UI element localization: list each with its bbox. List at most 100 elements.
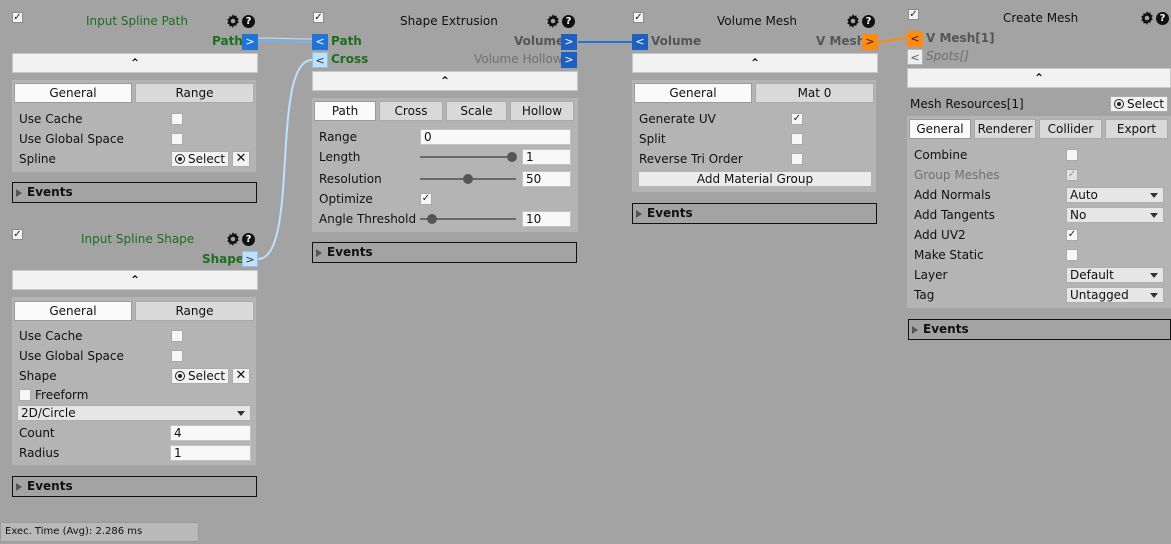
freeform-label: Freeform (35, 388, 89, 402)
help-icon[interactable]: ? (562, 15, 575, 28)
mesh-resources-select-button[interactable]: Select (1110, 96, 1168, 112)
freeform-checkbox[interactable] (19, 389, 31, 401)
shape-label: Shape (19, 369, 57, 383)
events-foldout[interactable]: Events (12, 182, 257, 203)
help-icon[interactable]: ? (242, 233, 255, 246)
spline-clear-button[interactable]: ✕ (232, 151, 250, 167)
cross-input-port[interactable]: < (312, 52, 328, 68)
tag-dropdown[interactable]: Untagged (1066, 287, 1164, 303)
layer-dropdown[interactable]: Default (1066, 267, 1164, 283)
volume-input-port[interactable]: < (632, 34, 648, 50)
node-enable-checkbox[interactable]: ✓ (313, 12, 324, 23)
node-enable-checkbox[interactable]: ✓ (908, 9, 919, 20)
angle-threshold-field[interactable]: 10 (522, 211, 571, 227)
tab-export[interactable]: Export (1105, 119, 1168, 139)
cross-input-label: Cross (331, 52, 369, 66)
collapse-button[interactable]: ⌃ (907, 68, 1171, 88)
use-global-space-checkbox[interactable] (171, 350, 183, 362)
radius-field[interactable]: 1 (170, 445, 251, 461)
chevron-up-icon: ⌃ (129, 56, 141, 70)
shape-clear-button[interactable]: ✕ (232, 368, 250, 384)
use-cache-checkbox[interactable] (171, 113, 183, 125)
chevron-up-icon: ⌃ (439, 74, 451, 88)
tab-hollow[interactable]: Hollow (510, 101, 574, 121)
events-foldout[interactable]: Events (632, 203, 877, 224)
combine-checkbox[interactable] (1066, 149, 1078, 161)
help-icon[interactable]: ? (242, 15, 255, 28)
events-label: Events (923, 322, 969, 336)
gear-icon[interactable] (226, 14, 240, 28)
shape-type-dropdown[interactable]: 2D/Circle (17, 405, 251, 421)
tab-general[interactable]: General (14, 301, 132, 321)
spots-input-port[interactable]: < (907, 49, 923, 65)
collapse-button[interactable]: ⌃ (12, 53, 258, 73)
shape-select-button[interactable]: Select (171, 368, 229, 384)
gear-icon[interactable] (546, 14, 560, 28)
chevron-up-icon: ⌃ (749, 56, 761, 70)
events-foldout[interactable]: Events (312, 242, 577, 263)
tab-scale[interactable]: Scale (446, 101, 507, 121)
gear-icon[interactable] (226, 232, 240, 246)
add-normals-dropdown[interactable]: Auto (1066, 187, 1164, 203)
range-field[interactable]: 0 (420, 129, 571, 145)
use-global-space-checkbox[interactable] (171, 133, 183, 145)
count-field[interactable]: 4 (170, 425, 251, 441)
split-checkbox[interactable] (791, 133, 803, 145)
shape-type-value: 2D/Circle (21, 406, 76, 420)
resolution-slider-handle[interactable] (463, 174, 473, 184)
shape-output-port[interactable]: > (242, 251, 258, 267)
node-enable-checkbox[interactable]: ✓ (633, 12, 644, 23)
length-slider-handle[interactable] (507, 152, 517, 162)
length-field[interactable]: 1 (522, 149, 571, 165)
node-enable-checkbox[interactable]: ✓ (12, 229, 23, 240)
gear-icon[interactable] (846, 14, 860, 28)
help-icon[interactable]: ? (1156, 12, 1169, 25)
collapse-button[interactable]: ⌃ (12, 270, 258, 290)
tab-cross[interactable]: Cross (379, 101, 443, 121)
angle-threshold-label: Angle Threshold (319, 212, 417, 226)
resolution-field[interactable]: 50 (522, 171, 571, 187)
help-icon[interactable]: ? (862, 15, 875, 28)
volume-output-port[interactable]: > (561, 34, 577, 50)
spline-select-button[interactable]: Select (171, 151, 229, 167)
length-label: Length (319, 150, 361, 164)
node-enable-checkbox[interactable]: ✓ (12, 12, 23, 23)
path-output-port[interactable]: > (242, 34, 258, 50)
triangle-right-icon (912, 326, 918, 334)
chevron-down-icon (1150, 273, 1158, 278)
tab-collider[interactable]: Collider (1039, 119, 1102, 139)
generate-uv-checkbox[interactable]: ✓ (791, 113, 803, 125)
add-uv2-checkbox[interactable]: ✓ (1066, 229, 1078, 241)
tab-general[interactable]: General (14, 83, 132, 103)
events-foldout[interactable]: Events (908, 319, 1171, 340)
collapse-button[interactable]: ⌃ (632, 53, 878, 73)
angle-threshold-slider-handle[interactable] (427, 214, 437, 224)
add-tangents-dropdown[interactable]: No (1066, 207, 1164, 223)
reverse-tri-order-checkbox[interactable] (791, 153, 803, 165)
path-input-port[interactable]: < (312, 34, 328, 50)
volume-hollow-output-port[interactable]: > (561, 52, 577, 68)
vmesh-output-port[interactable]: > (862, 34, 878, 50)
events-foldout[interactable]: Events (12, 476, 257, 497)
length-slider-track[interactable] (420, 156, 516, 158)
tag-value: Untagged (1070, 288, 1129, 302)
add-material-group-button[interactable]: Add Material Group (638, 171, 872, 187)
select-label: Select (1127, 97, 1165, 111)
gear-icon[interactable] (1140, 11, 1154, 25)
use-cache-checkbox[interactable] (171, 330, 183, 342)
tab-mat-0[interactable]: Mat 0 (755, 83, 874, 103)
events-label: Events (647, 206, 693, 220)
node-title: Volume Mesh (717, 14, 798, 28)
tab-path[interactable]: Path (314, 101, 376, 121)
tab-range[interactable]: Range (135, 301, 254, 321)
vmesh-input-port[interactable]: < (907, 31, 923, 47)
volume-output-label: Volume (514, 34, 565, 48)
make-static-checkbox[interactable] (1066, 249, 1078, 261)
tab-range[interactable]: Range (135, 83, 254, 103)
tab-general[interactable]: General (909, 119, 971, 139)
optimize-checkbox[interactable]: ✓ (420, 193, 432, 205)
tab-general[interactable]: General (634, 83, 752, 103)
tab-renderer[interactable]: Renderer (974, 119, 1036, 139)
collapse-button[interactable]: ⌃ (312, 71, 578, 91)
count-label: Count (19, 426, 55, 440)
